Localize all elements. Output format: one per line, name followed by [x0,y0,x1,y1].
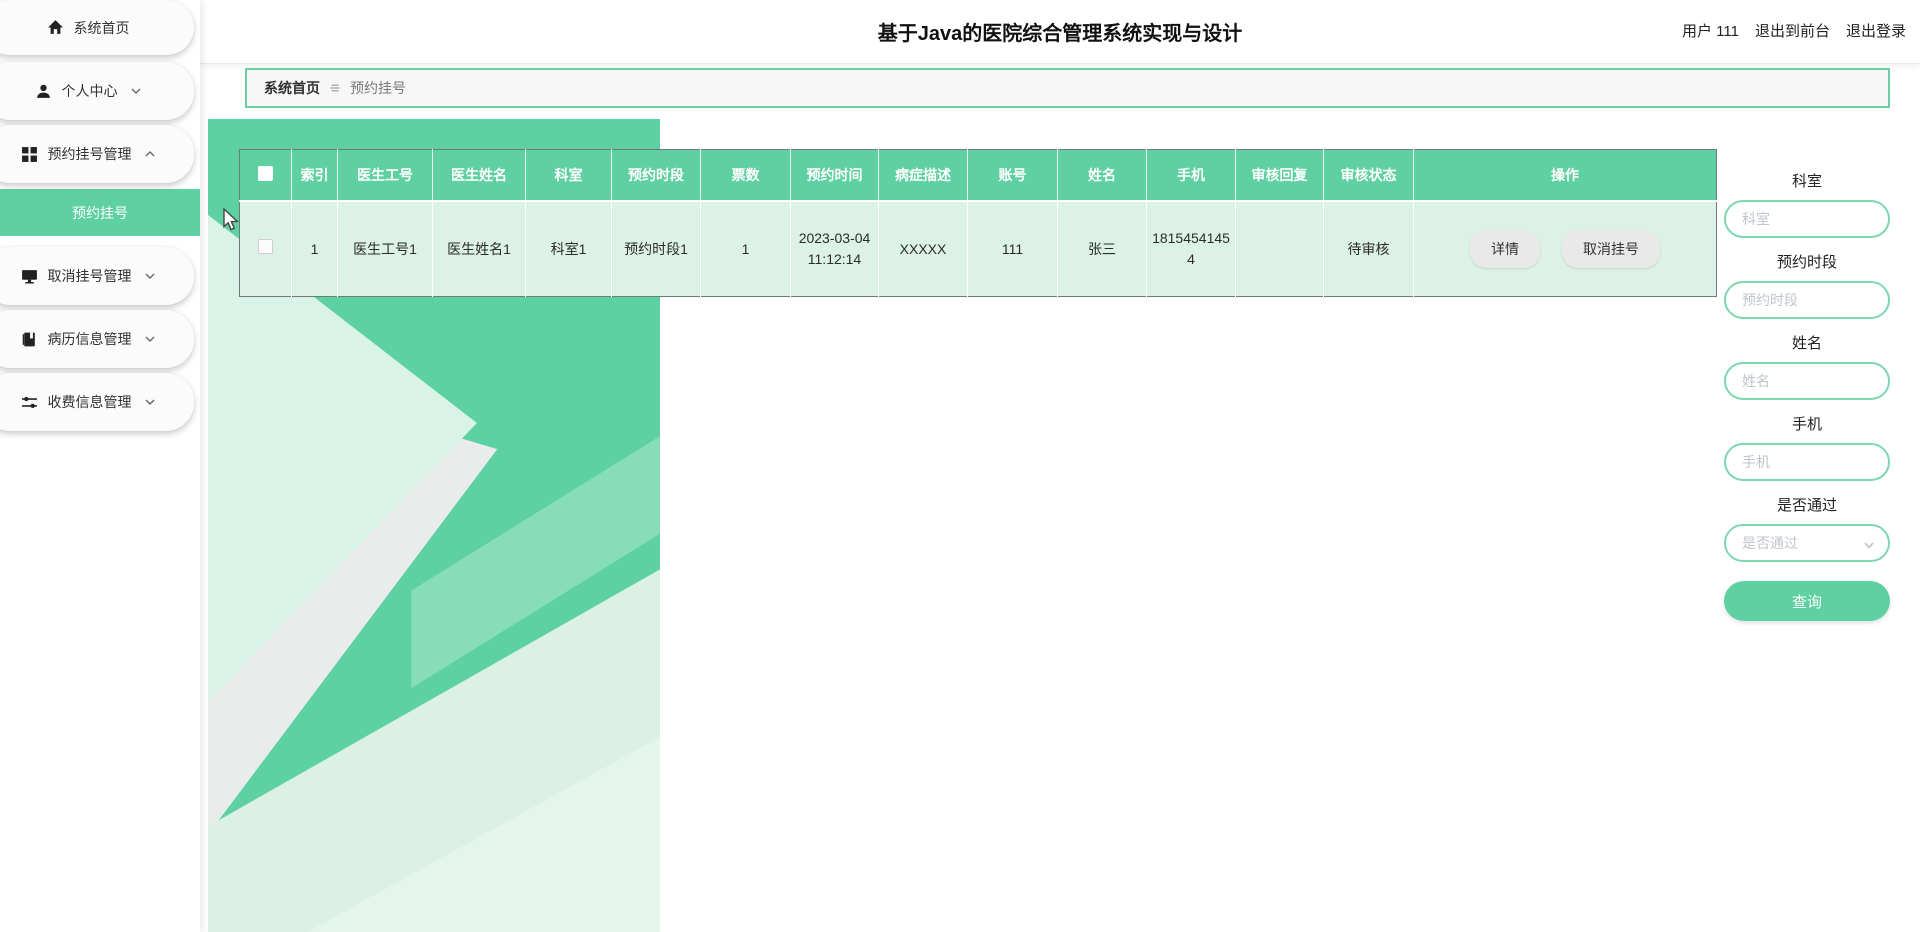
approval-label: 是否通过 [1776,497,1837,514]
col-header-symptoms: 病症描述 [878,149,968,202]
breadcrumb: 系统首页 预约挂号 [245,68,1890,108]
sidebar-item-label: 预约挂号管理 [47,146,132,162]
header-links: 用户 111 退出到前台 退出登录 [1682,20,1906,41]
chevron-down-icon [145,273,154,279]
breadcrumb-current: 预约挂号 [350,80,406,96]
book-icon [22,332,35,346]
cell-review-status: 待审核 [1323,200,1414,297]
sidebar-item-label: 个人中心 [61,83,118,99]
col-header-review-reply: 审核回复 [1235,149,1324,202]
phone-label: 手机 [1791,416,1822,433]
cell-name: 张三 [1057,200,1147,297]
col-header-tickets: 票数 [700,149,791,202]
app-window: 系统首页 个人中心 预约挂号管理 预约挂号 取消挂号管理 病历信息管理 收费信息… [0,0,1920,932]
sidebar: 系统首页 个人中心 预约挂号管理 预约挂号 取消挂号管理 病历信息管理 收费信息… [0,0,200,932]
col-header-actions: 操作 [1413,149,1717,202]
col-header-name: 姓名 [1057,149,1147,202]
sidebar-item-label: 系统首页 [73,19,130,36]
col-header-doctor-name: 医生姓名 [432,149,526,202]
cell-department: 科室1 [525,200,612,297]
sidebar-item-label: 病历信息管理 [47,331,132,347]
sidebar-item-personal-center[interactable]: 个人中心 [0,62,194,120]
monitor-icon [21,269,37,284]
appointment-table: 索引 医生工号 医生姓名 科室 预约时段 票数 预约时间 病症描述 账号 姓名 … [239,149,1717,297]
select-all-cell [239,149,292,202]
department-label: 科室 [1791,173,1822,190]
sidebar-item-appointment-mgmt[interactable]: 预约挂号管理 [0,125,194,183]
row-select-cell [239,200,292,297]
sidebar-subitem-appointment-active[interactable]: 预约挂号 [0,189,200,236]
sidebar-item-label: 取消挂号管理 [47,268,132,284]
logout-link[interactable]: 退出登录 [1846,20,1906,41]
col-header-doctor-id: 医生工号 [337,149,433,202]
name-label: 姓名 [1791,335,1822,352]
sidebar-item-medical-record-mgmt[interactable]: 病历信息管理 [0,310,194,368]
select-all-checkbox[interactable] [258,165,273,181]
cell-time-slot: 预约时段1 [611,200,701,297]
table-row: 1 医生工号1 医生姓名1 科室1 预约时段1 1 2023-03-04 11:… [239,200,1717,297]
sliders-icon [21,396,37,408]
appointment-table-wrap: 索引 医生工号 医生姓名 科室 预约时段 票数 预约时间 病症描述 账号 姓名 … [239,149,1717,297]
cell-tickets: 1 [700,200,791,297]
exit-to-front-link[interactable]: 退出到前台 [1755,20,1830,41]
chevron-down-icon [145,336,154,342]
cell-account: 111 [967,200,1058,297]
approval-select-placeholder: 是否通过 [1742,535,1798,551]
col-header-index: 索引 [291,149,338,202]
cell-index: 1 [291,200,338,297]
cell-doctor-name: 医生姓名1 [432,200,526,297]
search-panel: 科室 预约时段 姓名 手机 是否通过 是否通过 查询 [1724,170,1890,621]
col-header-account: 账号 [967,149,1058,202]
chevron-up-icon [145,151,154,157]
col-header-time-slot: 预约时段 [611,149,701,202]
row-checkbox[interactable] [258,238,273,254]
breadcrumb-home[interactable]: 系统首页 [264,78,320,98]
time-slot-label: 预约时段 [1776,254,1837,271]
grid-icon [21,146,37,162]
home-icon [47,20,63,34]
user-icon [36,84,50,98]
detail-button[interactable]: 详情 [1470,229,1540,268]
breadcrumb-separator-icon [329,82,341,94]
chevron-down-icon [131,88,140,94]
query-button[interactable]: 查询 [1724,581,1890,621]
col-header-review-status: 审核状态 [1323,149,1414,202]
phone-input[interactable] [1724,443,1890,481]
name-input[interactable] [1724,362,1890,400]
cancel-registration-button[interactable]: 取消挂号 [1562,229,1660,268]
chevron-down-icon [145,399,154,405]
page-title: 基于Java的医院综合管理系统实现与设计 [877,23,1243,45]
col-header-department: 科室 [525,149,612,202]
sidebar-item-fee-mgmt[interactable]: 收费信息管理 [0,373,194,431]
top-header: 基于Java的医院综合管理系统实现与设计 用户 111 退出到前台 退出登录 [200,0,1920,64]
sidebar-subitem-label: 预约挂号 [72,204,128,221]
cell-symptoms: XXXXX [878,200,968,297]
sidebar-item-label: 收费信息管理 [47,394,132,410]
sidebar-item-cancel-mgmt[interactable]: 取消挂号管理 [0,247,194,305]
sidebar-item-home[interactable]: 系统首页 [0,0,194,55]
current-user-label: 用户 111 [1682,23,1739,40]
department-input[interactable] [1724,200,1890,238]
cell-actions: 详情 取消挂号 [1413,200,1717,297]
chevron-down-icon [1864,542,1874,549]
col-header-appointment-time: 预约时间 [790,149,879,202]
table-header-row: 索引 医生工号 医生姓名 科室 预约时段 票数 预约时间 病症描述 账号 姓名 … [239,149,1717,202]
time-slot-input[interactable] [1724,281,1890,319]
cell-appointment-time: 2023-03-04 11:12:14 [790,200,879,297]
col-header-phone: 手机 [1146,149,1236,202]
cell-doctor-id: 医生工号1 [337,200,433,297]
cell-phone: 18154541454 [1146,200,1236,297]
approval-select[interactable]: 是否通过 [1724,524,1890,562]
cell-review-reply [1235,200,1324,297]
